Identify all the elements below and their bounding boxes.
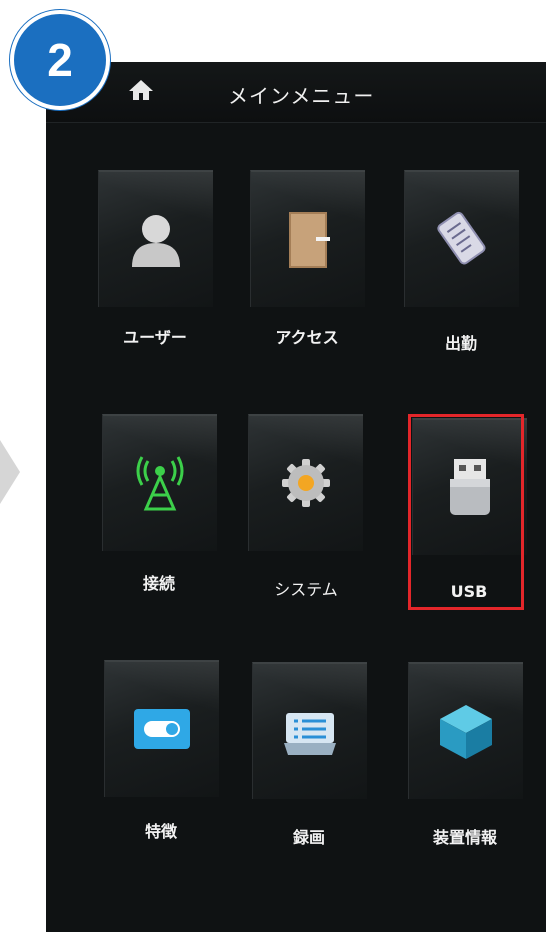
menu-label-attendance: 出勤 <box>444 334 477 353</box>
top-bar: メインメニュー <box>46 62 546 123</box>
step-badge: 2 <box>10 10 110 110</box>
door-icon <box>289 212 330 268</box>
usb-highlight-box <box>408 414 524 610</box>
home-icon[interactable] <box>128 78 154 102</box>
menu-label-feature: 特徴 <box>144 822 177 841</box>
gear-icon <box>282 459 330 507</box>
menu-tile-feature[interactable] <box>104 660 219 797</box>
menu-tile-device-info[interactable] <box>408 662 523 799</box>
cube-icon <box>440 705 492 759</box>
menu-label-device-info: 装置情報 <box>432 828 497 847</box>
menu-label-access: アクセス <box>275 328 339 347</box>
menu-label-connection: 接続 <box>142 574 175 593</box>
next-arrow <box>0 440 20 504</box>
user-icon <box>132 215 180 267</box>
toggle-icon <box>134 709 190 749</box>
menu-label-user: ユーザー <box>123 328 187 347</box>
antenna-icon <box>136 456 184 511</box>
scroll-icon <box>437 211 486 265</box>
menu-tile-user[interactable] <box>98 170 213 307</box>
menu-tile-connection[interactable] <box>102 414 217 551</box>
menu-tile-access[interactable] <box>250 170 365 307</box>
menu-tile-recording[interactable] <box>252 662 367 799</box>
menu-tile-attendance[interactable] <box>404 170 519 307</box>
list-icon <box>284 713 336 755</box>
page-title: メインメニュー <box>228 84 375 108</box>
menu-tile-system[interactable] <box>248 414 363 551</box>
menu-label-system: システム <box>274 580 338 599</box>
menu-label-recording: 録画 <box>292 828 325 847</box>
